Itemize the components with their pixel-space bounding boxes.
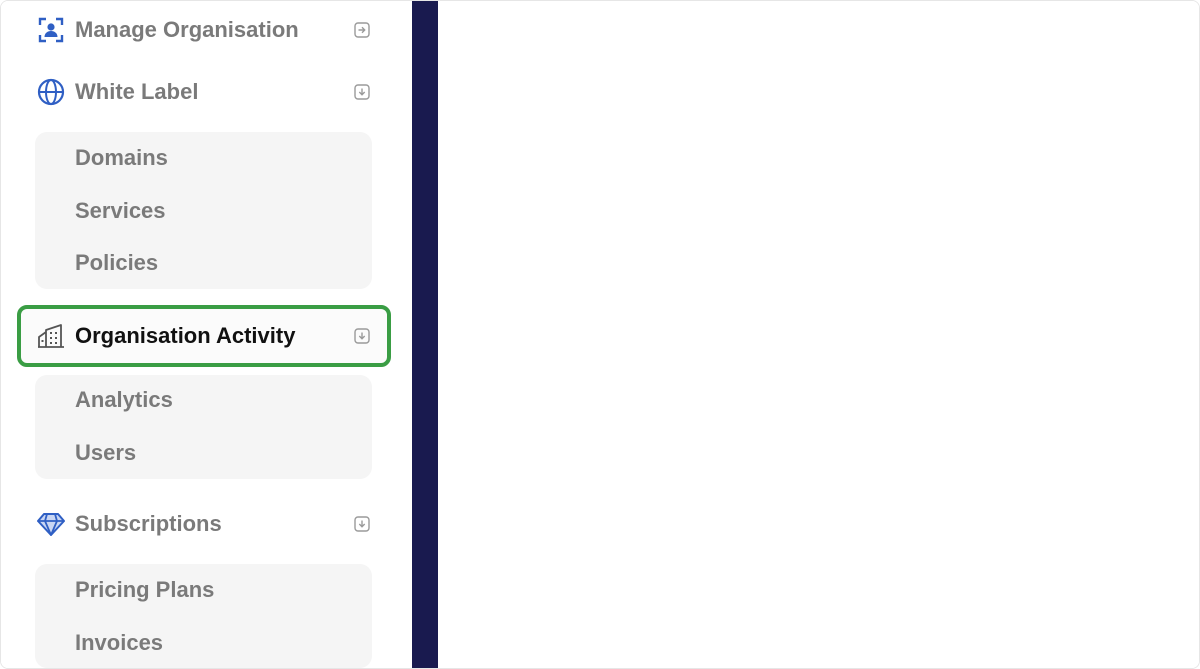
sidebar-item-manage-organisation[interactable]: Manage Organisation <box>17 1 391 59</box>
submenu-white-label: Domains Services Policies <box>35 132 372 289</box>
arrow-down-icon[interactable] <box>354 516 370 532</box>
submenu-item-services[interactable]: Services <box>75 198 166 224</box>
sidebar-item-label: Organisation Activity <box>75 323 296 348</box>
globe-icon <box>37 78 65 106</box>
sidebar-item-label: White Label <box>75 79 199 104</box>
submenu-item-pricing-plans[interactable]: Pricing Plans <box>75 577 214 603</box>
submenu-item-analytics[interactable]: Analytics <box>75 387 173 413</box>
submenu-organisation-activity: Analytics Users <box>35 375 372 479</box>
arrow-right-icon[interactable] <box>354 22 370 38</box>
user-frame-icon <box>37 16 65 44</box>
arrow-down-icon[interactable] <box>354 328 370 344</box>
sidebar-item-label: Subscriptions <box>75 511 222 536</box>
arrow-down-icon[interactable] <box>354 84 370 100</box>
diamond-icon <box>37 510 65 538</box>
sidebar-item-organisation-activity[interactable]: Organisation Activity <box>17 305 391 367</box>
building-icon <box>37 322 65 350</box>
sidebar-item-white-label[interactable]: White Label <box>17 63 391 121</box>
submenu-subscriptions: Pricing Plans Invoices <box>35 564 372 668</box>
sidebar-divider <box>412 1 438 668</box>
app-window: Manage Organisation White Label Domains … <box>0 0 1200 669</box>
submenu-item-domains[interactable]: Domains <box>75 145 168 171</box>
sidebar-item-subscriptions[interactable]: Subscriptions <box>17 495 391 553</box>
submenu-item-users[interactable]: Users <box>75 440 136 466</box>
main-content <box>438 1 1199 668</box>
submenu-item-invoices[interactable]: Invoices <box>75 630 163 656</box>
sidebar-item-label: Manage Organisation <box>75 17 299 42</box>
submenu-item-policies[interactable]: Policies <box>75 250 158 276</box>
sidebar: Manage Organisation White Label Domains … <box>1 1 411 668</box>
